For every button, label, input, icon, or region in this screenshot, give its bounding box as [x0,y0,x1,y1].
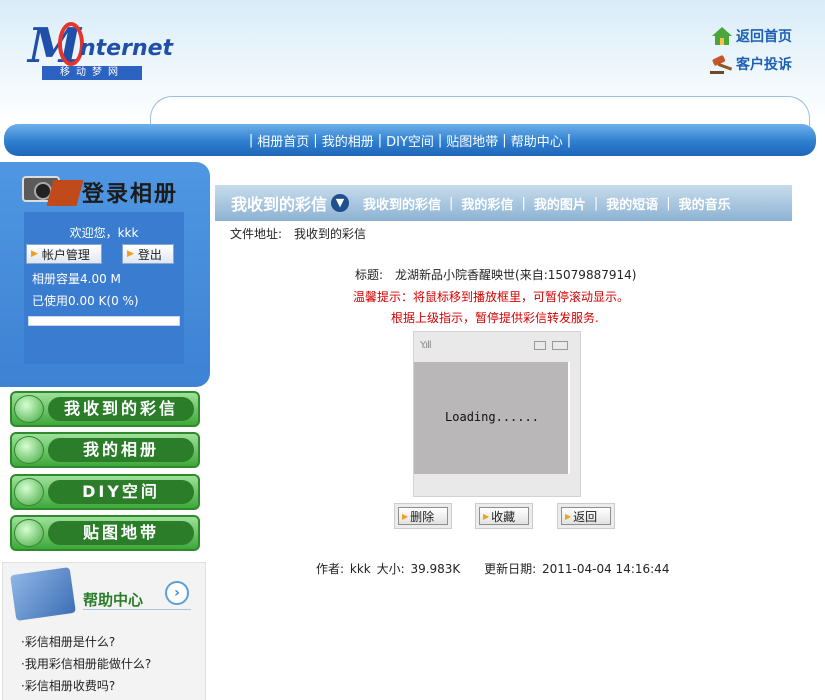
menu-my-album[interactable]: 我的相册 [10,432,200,468]
collect-button[interactable]: ▶ 收藏 [475,503,533,529]
refresh-icon [14,519,44,547]
date-value: 2011-04-04 14:16:44 [542,562,670,576]
hint-text: 温馨提示：将鼠标移到播放框里，可暂停滚动显示。 [353,290,630,304]
menu-diy-space[interactable]: DIY空间 [10,474,200,510]
complaint-link-label: 客户投诉 [736,57,792,73]
book-icon [46,180,84,206]
monternet-logo[interactable]: M nternet 移动梦网 [28,18,173,80]
menu-received-mms[interactable]: 我收到的彩信 [10,391,200,427]
nav-help-center[interactable]: 帮助中心 [511,131,563,150]
size-value: 39.983K [410,562,461,576]
login-title: 登录相册 [82,182,179,207]
nav-diy-space[interactable]: DIY空间 [386,131,434,150]
help-title: 帮助中心 [83,591,144,609]
login-title-area: 登录相册 [0,162,210,212]
help-tools-icon [10,567,76,621]
file-path-label: 文件地址: [230,227,283,241]
logout-label: 登出 [137,247,162,262]
top-links: 返回首页 客户投诉 [708,22,818,78]
tab-received-mms[interactable]: 我收到的彩信 [363,194,441,213]
album-used: 已使用0.00 K(0 %) [32,294,139,308]
gavel-icon [708,52,736,76]
mail-icon [534,341,546,350]
globe-icon [14,395,44,423]
home-link-label: 返回首页 [736,29,792,45]
arrow-right-icon: ▶ [483,511,490,521]
help-item[interactable]: ·彩信相册是什么? [21,633,115,650]
page-header: M nternet 移动梦网 返回首页 客户投诉 [0,0,825,126]
nav-sticker-zone[interactable]: 贴图地带 [446,131,498,150]
header-decoration [150,96,810,126]
tab-my-pictures[interactable]: 我的图片 [534,194,586,213]
tab-my-mms[interactable]: 我的彩信 [461,194,513,213]
help-panel: 帮助中心 › ·彩信相册是什么? ·我用彩信相册能做什么? ·彩信相册收费吗? [2,562,206,700]
mms-screen[interactable]: Loading...... [414,362,570,474]
file-path: 文件地址: 我收到的彩信 [230,225,366,242]
delete-label: 删除 [410,509,435,524]
heart-icon [14,436,44,464]
logo-subtitle: 移动梦网 [42,66,142,80]
menu-received-mms-label: 我收到的彩信 [48,397,194,421]
arrow-right-icon: ▶ [565,511,572,521]
date-label: 更新日期: [484,562,537,576]
message-meta: 作者: kkk 大小: 39.983K 更新日期: 2011-04-04 14:… [316,560,671,577]
collect-label: 收藏 [491,509,516,524]
message-title-value: 龙湖新品小院香醒映世(来自:15079887914) [395,268,637,282]
login-box: 欢迎您，kkk ▶ 帐户管理 ▶ 登出 相册容量4.00 M 已使用0.00 K… [24,212,184,364]
chevron-right-icon[interactable]: › [165,581,189,605]
current-tab-title: 我收到的彩信 [231,195,328,214]
tab-my-music[interactable]: 我的音乐 [679,194,731,213]
album-capacity: 相册容量4.00 M [32,272,121,286]
delete-button[interactable]: ▶ 删除 [394,503,452,529]
menu-sticker-zone[interactable]: 贴图地带 [10,515,200,551]
file-path-value: 我收到的彩信 [294,227,367,241]
author-label: 作者: [316,562,345,576]
notice-text: 根据上级指示，暂停提供彩信转发服务. [391,311,599,325]
menu-sticker-zone-label: 贴图地带 [48,521,194,545]
signal-icon: Y.ıll [420,340,432,351]
account-manage-button[interactable]: ▶ 帐户管理 [26,244,102,264]
phone-status-bar: Y.ıll [418,340,574,356]
usage-bar [28,316,180,326]
size-label: 大小: [376,562,405,576]
arrow-right-icon: ▶ [31,249,38,259]
home-icon [708,24,736,48]
main-nav: | 相册首页 | 我的相册 | DIY空间 | 贴图地带 | 帮助中心 | [4,124,816,156]
login-panel: 登录相册 欢迎您，kkk ▶ 帐户管理 ▶ 登出 相册容量4.00 M 已使用0… [0,162,210,387]
help-divider [83,609,191,610]
loading-text: Loading...... [445,410,539,424]
help-item[interactable]: ·彩信相册收费吗? [21,677,115,694]
welcome-text: 欢迎您，kkk [69,226,139,240]
message-title: 标题: 龙湖新品小院香醒映世(来自:15079887914) [355,266,636,283]
account-manage-label: 帐户管理 [41,247,90,262]
mms-player[interactable]: Y.ıll Loading...... [413,331,581,497]
nav-album-home[interactable]: 相册首页 [257,131,309,150]
help-item[interactable]: ·我用彩信相册能做什么? [21,655,151,672]
back-button[interactable]: ▶ 返回 [557,503,615,529]
battery-icon [552,341,568,350]
complaint-link[interactable]: 客户投诉 [708,50,818,78]
home-link[interactable]: 返回首页 [708,22,818,50]
arrow-down-icon: ▼ [331,194,350,212]
gear-icon [14,478,44,506]
logo-text: nternet [80,36,174,61]
back-label: 返回 [573,509,598,524]
menu-diy-space-label: DIY空间 [48,480,194,504]
tab-my-phrases[interactable]: 我的短语 [606,194,658,213]
arrow-right-icon: ▶ [402,511,409,521]
logout-button[interactable]: ▶ 登出 [122,244,174,264]
content-tabbar: 我收到的彩信 ▼ 我收到的彩信 | 我的彩信 | 我的图片 | 我的短语 | 我… [215,185,792,221]
message-title-label: 标题: [355,268,384,282]
nav-my-album[interactable]: 我的相册 [322,131,374,150]
author-value: kkk [349,562,371,576]
menu-my-album-label: 我的相册 [48,438,194,462]
arrow-right-icon: ▶ [127,249,134,259]
